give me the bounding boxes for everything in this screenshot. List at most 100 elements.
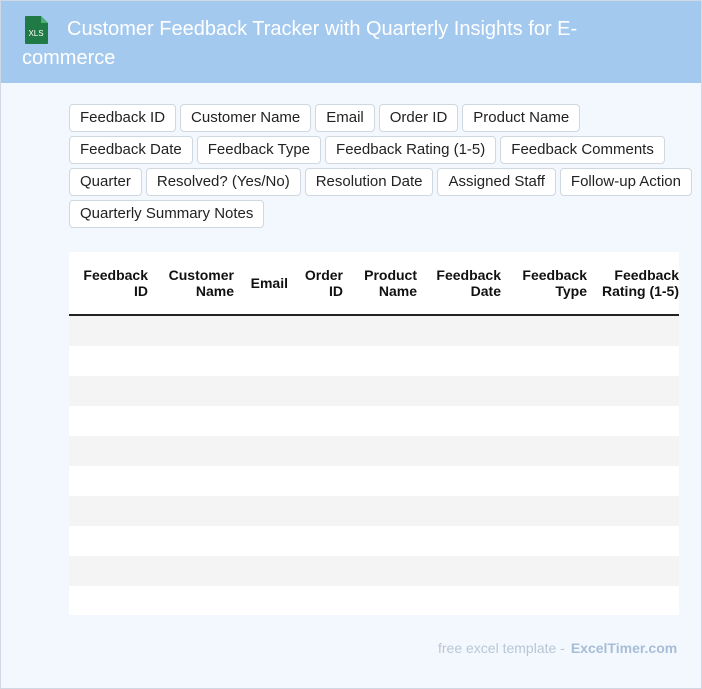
table-cell[interactable] <box>288 406 343 436</box>
table-cell[interactable] <box>234 496 288 526</box>
table-cell[interactable] <box>288 436 343 466</box>
table-cell[interactable] <box>234 526 288 556</box>
table-cell[interactable] <box>69 496 148 526</box>
table-cell[interactable] <box>587 346 679 376</box>
table-cell[interactable] <box>288 526 343 556</box>
table-cell[interactable] <box>69 346 148 376</box>
table-cell[interactable] <box>148 406 234 436</box>
table-cell[interactable] <box>343 526 417 556</box>
field-chip[interactable]: Feedback Date <box>69 136 193 164</box>
table-cell[interactable] <box>587 436 679 466</box>
table-cell[interactable] <box>148 376 234 406</box>
field-chip[interactable]: Feedback Type <box>196 136 322 164</box>
table-header-row: Feedback ID Customer Name Email Order ID Produc… <box>69 252 679 316</box>
table-cell[interactable] <box>148 466 234 496</box>
table-cell[interactable] <box>234 406 288 436</box>
table-cell[interactable] <box>148 315 234 346</box>
table-cell[interactable] <box>234 466 288 496</box>
table-cell[interactable] <box>587 556 679 586</box>
field-chip[interactable]: Quarter <box>69 168 142 196</box>
table-cell[interactable] <box>587 315 679 346</box>
table-cell[interactable] <box>501 346 587 376</box>
field-chip[interactable]: Feedback Comments <box>500 136 665 164</box>
table-cell[interactable] <box>417 436 501 466</box>
table-cell[interactable] <box>288 376 343 406</box>
table-cell[interactable] <box>343 466 417 496</box>
column-header-line: Feedback <box>522 267 587 283</box>
table-cell[interactable] <box>234 436 288 466</box>
table-cell[interactable] <box>417 376 501 406</box>
field-chip[interactable]: Email <box>315 104 375 132</box>
table-cell[interactable] <box>69 556 148 586</box>
table-cell[interactable] <box>501 315 587 346</box>
table-cell[interactable] <box>343 586 417 615</box>
table-cell[interactable] <box>288 496 343 526</box>
table-cell[interactable] <box>417 346 501 376</box>
table-cell[interactable] <box>288 466 343 496</box>
table-cell[interactable] <box>148 586 234 615</box>
table-cell[interactable] <box>417 315 501 346</box>
table-cell[interactable] <box>69 406 148 436</box>
table-cell[interactable] <box>501 526 587 556</box>
table-cell[interactable] <box>148 496 234 526</box>
field-chip[interactable]: Feedback Rating (1-5) <box>325 136 497 164</box>
table-cell[interactable] <box>501 466 587 496</box>
table-cell[interactable] <box>234 586 288 615</box>
table-cell[interactable] <box>69 436 148 466</box>
table-cell[interactable] <box>343 496 417 526</box>
table-cell[interactable] <box>501 376 587 406</box>
table-cell[interactable] <box>501 436 587 466</box>
table-cell[interactable] <box>417 406 501 436</box>
table-cell[interactable] <box>148 436 234 466</box>
field-chip[interactable]: Resolved? (Yes/No) <box>145 168 301 196</box>
table-cell[interactable] <box>288 315 343 346</box>
table-cell[interactable] <box>417 526 501 556</box>
table-cell[interactable] <box>343 556 417 586</box>
field-chip[interactable]: Quarterly Summary Notes <box>69 200 265 228</box>
column-header: Order ID <box>288 252 343 316</box>
table-cell[interactable] <box>587 586 679 615</box>
table-cell[interactable] <box>343 315 417 346</box>
table-cell[interactable] <box>148 526 234 556</box>
table-cell[interactable] <box>69 376 148 406</box>
table-cell[interactable] <box>501 496 587 526</box>
table-cell[interactable] <box>587 466 679 496</box>
table-cell[interactable] <box>69 526 148 556</box>
table-cell[interactable] <box>343 436 417 466</box>
table-cell[interactable] <box>148 346 234 376</box>
column-header: Feedback Date <box>417 252 501 316</box>
table-cell[interactable] <box>69 586 148 615</box>
table-cell[interactable] <box>234 556 288 586</box>
table-cell[interactable] <box>234 315 288 346</box>
table-cell[interactable] <box>587 376 679 406</box>
table-cell[interactable] <box>234 346 288 376</box>
table-cell[interactable] <box>288 556 343 586</box>
table-cell[interactable] <box>587 406 679 436</box>
table-cell[interactable] <box>417 496 501 526</box>
table-cell[interactable] <box>417 466 501 496</box>
table-cell[interactable] <box>148 556 234 586</box>
field-chip[interactable]: Product Name <box>462 104 581 132</box>
table-cell[interactable] <box>343 346 417 376</box>
table-cell[interactable] <box>69 315 148 346</box>
table-cell[interactable] <box>501 586 587 615</box>
footer-brand-link[interactable]: ExcelTimer.com <box>571 640 677 656</box>
table-cell[interactable] <box>501 556 587 586</box>
table-cell[interactable] <box>343 376 417 406</box>
table-cell[interactable] <box>288 586 343 615</box>
table-cell[interactable] <box>69 466 148 496</box>
table-cell[interactable] <box>587 496 679 526</box>
table-cell[interactable] <box>417 586 501 615</box>
table-cell[interactable] <box>234 376 288 406</box>
field-chip[interactable]: Order ID <box>378 104 459 132</box>
field-chip[interactable]: Follow-up Action <box>559 168 692 196</box>
table-cell[interactable] <box>343 406 417 436</box>
field-chip[interactable]: Customer Name <box>180 104 312 132</box>
table-cell[interactable] <box>587 526 679 556</box>
table-cell[interactable] <box>288 346 343 376</box>
field-chip[interactable]: Feedback ID <box>69 104 177 132</box>
field-chip[interactable]: Resolution Date <box>304 168 434 196</box>
table-cell[interactable] <box>501 406 587 436</box>
table-cell[interactable] <box>417 556 501 586</box>
field-chip[interactable]: Assigned Staff <box>437 168 556 196</box>
